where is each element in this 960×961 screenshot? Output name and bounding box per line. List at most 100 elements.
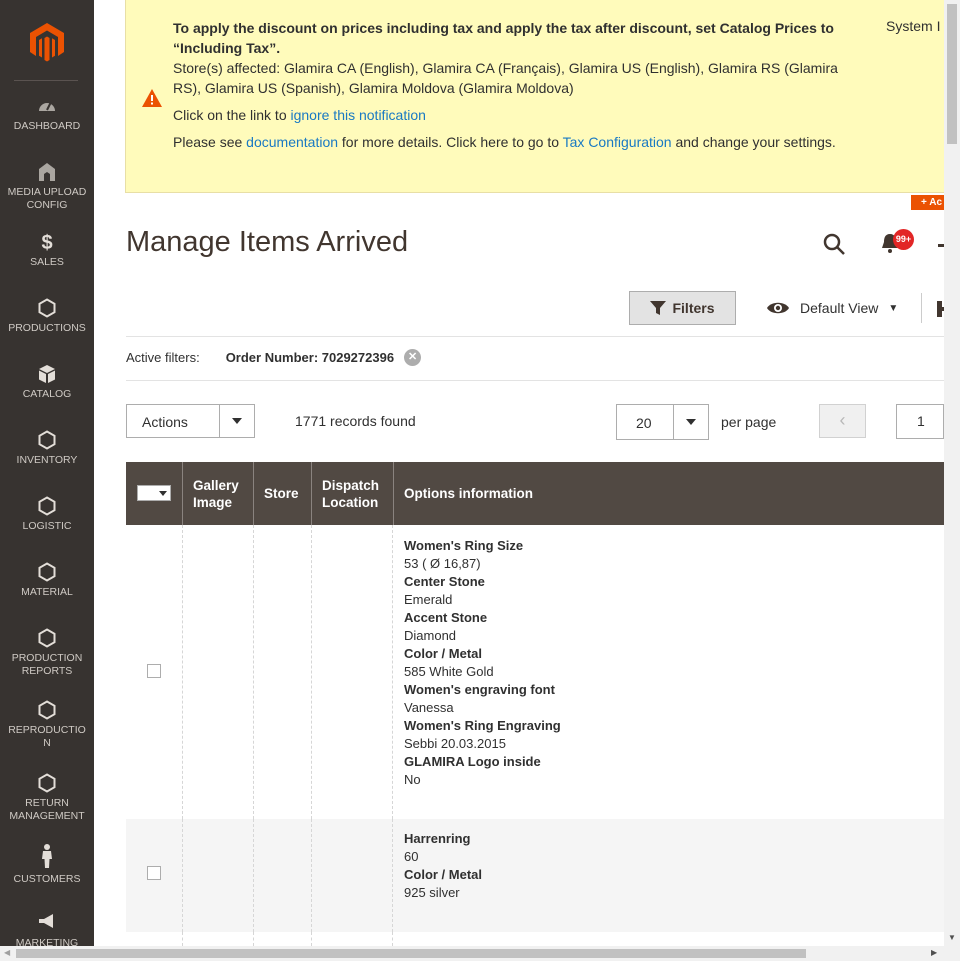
- sidebar-item-customers[interactable]: CUSTOMERS: [0, 843, 94, 886]
- option-key: GLAMIRA Logo inside: [404, 754, 541, 769]
- remove-filter-icon[interactable]: ✕: [404, 349, 422, 366]
- active-filter-value: Order Number: 7029272396: [225, 350, 395, 365]
- notice-stores: Store(s) affected: Glamira CA (English),…: [173, 60, 838, 96]
- column-header-store[interactable]: Store: [253, 462, 311, 525]
- sidebar-item-label: REPRODUCTIO N: [8, 724, 86, 749]
- caret-down-icon: [155, 486, 170, 500]
- cube-icon: [0, 364, 94, 386]
- sidebar-item-sales[interactable]: $ SALES: [0, 232, 94, 269]
- option-key: Center Stone: [404, 574, 485, 589]
- sidebar-item-production-reports[interactable]: PRODUCTION REPORTS: [0, 628, 94, 678]
- toolbar-divider-line: [126, 336, 944, 337]
- column-divider: [311, 932, 312, 946]
- hexagon-icon: [0, 700, 94, 722]
- column-divider: [182, 819, 183, 932]
- sidebar-item-inventory[interactable]: INVENTORY: [0, 430, 94, 467]
- system-messages-label[interactable]: System I: [886, 18, 940, 34]
- column-divider: [392, 932, 393, 946]
- admin-sidebar: DASHBOARD MEDIA UPLOAD CONFIG $ SALES PR…: [0, 0, 94, 946]
- scroll-left-icon[interactable]: ◀: [4, 948, 10, 957]
- option-value: 60: [404, 849, 419, 864]
- sidebar-item-label: INVENTORY: [16, 454, 78, 466]
- funnel-icon: [650, 301, 667, 315]
- notice-see-middle: for more details. Click here to go to: [338, 134, 563, 150]
- page-number-input[interactable]: 1: [896, 404, 944, 439]
- hexagon-icon: [0, 430, 94, 452]
- scroll-right-icon[interactable]: ▶: [931, 948, 937, 957]
- sidebar-item-catalog[interactable]: CATALOG: [0, 364, 94, 401]
- notice-see-suffix: and change your settings.: [671, 134, 836, 150]
- view-switcher[interactable]: Default View ▼: [766, 300, 898, 316]
- tax-configuration-link[interactable]: Tax Configuration: [563, 134, 672, 150]
- sidebar-item-media-upload-config[interactable]: MEDIA UPLOAD CONFIG: [0, 162, 94, 212]
- sidebar-item-label: CATALOG: [22, 388, 72, 400]
- toolbar-divider: [921, 293, 922, 323]
- caret-down-icon: [219, 405, 254, 437]
- caret-down-icon: ▼: [888, 302, 899, 314]
- column-divider: [253, 932, 254, 946]
- option-key: Color / Metal: [404, 867, 483, 882]
- logo-divider: [14, 80, 78, 81]
- sidebar-item-reproduction[interactable]: REPRODUCTIO N: [0, 700, 94, 750]
- option-key: Women's Ring Engraving: [404, 718, 561, 733]
- options-information-cell: Women's Ring Size 53 ( Ø 16,87) Center S…: [404, 537, 561, 789]
- option-value: Emerald: [404, 592, 453, 607]
- filters-label: Filters: [672, 300, 715, 316]
- sidebar-item-marketing[interactable]: MARKETING: [0, 913, 94, 946]
- sidebar-item-return-management[interactable]: RETURN MANAGEMENT: [0, 773, 94, 823]
- page-title: Manage Items Arrived: [126, 226, 409, 258]
- active-filters-bar: Active filters: Order Number: 7029272396…: [126, 349, 422, 366]
- previous-page-button[interactable]: ‹: [819, 404, 866, 438]
- row-checkbox[interactable]: [147, 866, 161, 880]
- scrollbar-thumb[interactable]: [16, 949, 806, 958]
- dollar-icon: $: [41, 232, 53, 254]
- column-divider: [182, 525, 183, 819]
- sidebar-item-dashboard[interactable]: DASHBOARD: [0, 96, 94, 133]
- mass-select-checkbox[interactable]: [137, 485, 171, 501]
- eye-icon: [767, 302, 789, 314]
- scrollbar-thumb[interactable]: [947, 4, 957, 144]
- sidebar-item-label: PRODUCTION REPORTS: [11, 652, 83, 677]
- view-label: Default View: [800, 300, 879, 316]
- caret-down-icon: [673, 405, 708, 439]
- row-checkbox[interactable]: [147, 664, 161, 678]
- sidebar-item-label: MATERIAL: [21, 586, 73, 598]
- per-page-label: per page: [721, 414, 777, 430]
- column-header-options-information[interactable]: Options information: [393, 462, 944, 525]
- hexagon-icon: [0, 562, 94, 584]
- horizontal-scrollbar[interactable]: ◀ ▶: [0, 946, 960, 961]
- sidebar-item-label: RETURN MANAGEMENT: [9, 797, 85, 822]
- column-header-dispatch-location[interactable]: Dispatch Location: [311, 462, 393, 525]
- system-notification: To apply the discount on prices includin…: [125, 0, 955, 193]
- column-header-gallery-image[interactable]: Gallery Image: [182, 462, 253, 525]
- ignore-notification-link[interactable]: ignore this notification: [291, 107, 426, 123]
- options-information-cell: Harrenring 60 Color / Metal 925 silver: [404, 830, 482, 902]
- per-page-select[interactable]: 20: [616, 404, 709, 440]
- option-value: 53 ( Ø 16,87): [404, 556, 481, 571]
- vertical-scrollbar[interactable]: ▼: [944, 0, 960, 946]
- mass-select-column: [126, 462, 182, 525]
- documentation-link[interactable]: documentation: [246, 134, 338, 150]
- sidebar-item-label: PRODUCTIONS: [8, 322, 86, 334]
- sidebar-item-label: LOGISTIC: [22, 520, 72, 532]
- notice-see-text: Please see: [173, 134, 247, 150]
- sidebar-item-productions[interactable]: PRODUCTIONS: [0, 298, 94, 335]
- sidebar-item-material[interactable]: MATERIAL: [0, 562, 94, 599]
- option-value: Vanessa: [404, 700, 454, 715]
- search-icon[interactable]: [822, 232, 846, 256]
- hexagon-icon: [0, 298, 94, 320]
- magento-logo[interactable]: [28, 22, 66, 62]
- actions-label: Actions: [142, 414, 188, 430]
- gear-icon[interactable]: [937, 301, 944, 317]
- actions-dropdown[interactable]: Actions: [126, 404, 255, 438]
- scroll-down-icon[interactable]: ▼: [948, 933, 956, 942]
- sidebar-item-label: CUSTOMERS: [13, 873, 81, 885]
- hexagon-icon: [0, 496, 94, 518]
- records-found: 1771 records found: [295, 413, 416, 429]
- notification-count-badge[interactable]: 99+: [893, 229, 914, 250]
- sidebar-item-logistic[interactable]: LOGISTIC: [0, 496, 94, 533]
- filters-button[interactable]: Filters: [629, 291, 736, 325]
- option-value: 925 silver: [404, 885, 460, 900]
- option-key: Color / Metal: [404, 646, 483, 661]
- column-divider: [253, 819, 254, 932]
